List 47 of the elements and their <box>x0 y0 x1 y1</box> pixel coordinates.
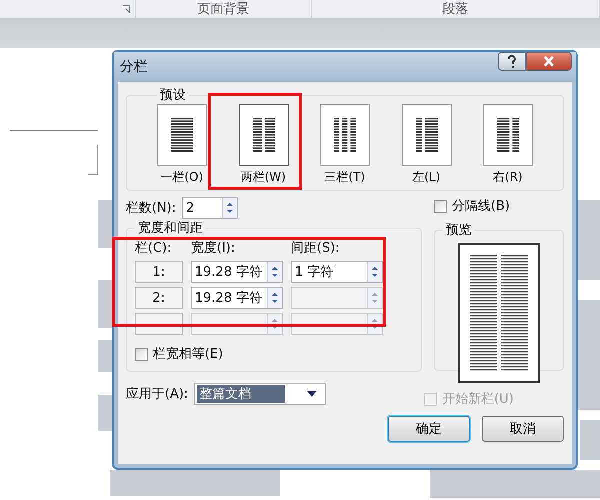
spacing-field[interactable]: 1 字符 <box>291 261 383 283</box>
column-header: 栏(C): <box>135 240 173 257</box>
column-layout-icon[interactable] <box>157 104 207 166</box>
blurred-text-block <box>98 340 112 372</box>
blurred-text-block <box>98 200 112 248</box>
dropdown-arrow-icon <box>307 391 318 397</box>
checkbox[interactable] <box>135 348 148 360</box>
close-button[interactable] <box>526 52 572 71</box>
checkbox-label: 开始新栏(U) <box>442 391 514 408</box>
preset-label: 两栏(W) <box>240 169 286 186</box>
page-corner-mark <box>88 144 98 176</box>
ribbon-group-label: 页面背景 <box>198 1 250 18</box>
close-icon <box>543 56 555 67</box>
column-header: 间距(S): <box>291 240 341 257</box>
dialog-button[interactable]: 取消 <box>482 416 564 442</box>
help-button[interactable] <box>498 52 526 71</box>
field-label: 栏数(N): <box>126 200 176 217</box>
blurred-text-block <box>580 420 600 460</box>
blurred-text-block <box>98 395 112 431</box>
field-label: 应用于(A): <box>126 386 188 403</box>
help-icon <box>507 54 517 68</box>
checkbox-label: 栏宽相等(E) <box>153 346 224 363</box>
dialog-button[interactable]: 确定 <box>388 416 470 442</box>
checkbox[interactable] <box>434 200 447 212</box>
dialog-launcher-icon[interactable] <box>122 4 131 14</box>
column-layout-icon[interactable] <box>320 104 370 166</box>
column-header: 宽度(I): <box>191 240 236 257</box>
group-label: 宽度和间距 <box>137 220 204 237</box>
column-layout-icon[interactable] <box>402 104 452 166</box>
preset-label: 左(L) <box>412 169 441 186</box>
width-field[interactable]: 19.28 字符 <box>191 261 283 283</box>
dialog-title: 分栏 <box>120 58 148 76</box>
group-label: 预设 <box>159 87 187 104</box>
preset-label: 右(R) <box>493 169 523 186</box>
group-label: 预览 <box>445 222 473 239</box>
apply-to-dropdown[interactable]: 整篇文档 <box>194 383 326 405</box>
column-count-field[interactable]: 2 <box>182 197 238 219</box>
column-number-box: 2: <box>135 287 183 309</box>
column-layout-icon[interactable] <box>238 104 288 166</box>
ribbon-group-label: 段落 <box>442 1 468 18</box>
preset-label: 三栏(T) <box>324 169 366 186</box>
column-number-box: 1: <box>135 261 183 283</box>
blurred-text-block <box>98 280 112 328</box>
preset-label: 一栏(O) <box>160 169 204 186</box>
width-field[interactable]: 19.28 字符 <box>191 287 283 309</box>
checkbox-label: 分隔线(B) <box>452 198 510 215</box>
column-layout-icon[interactable] <box>483 104 533 166</box>
